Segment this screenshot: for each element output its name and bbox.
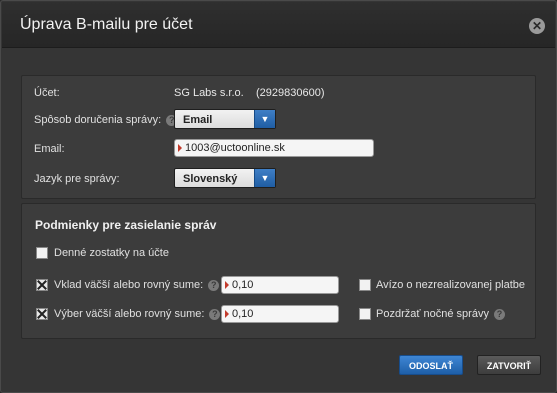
account-settings-panel: Účet: SG Labs s.r.o. (2929830600) Spôsob…: [21, 75, 536, 199]
help-icon[interactable]: ?: [208, 279, 220, 291]
deposit-checkbox[interactable]: [36, 279, 48, 291]
hold-night-label: Pozdržať nočné správy: [376, 308, 489, 320]
required-marker-icon: [225, 281, 229, 289]
email-field[interactable]: 1003@uctoonline.sk: [174, 139, 374, 157]
delivery-method-label: Spôsob doručenia správy:: [34, 114, 162, 126]
email-label: Email:: [34, 143, 65, 155]
delivery-method-select[interactable]: Email ▼: [174, 109, 276, 129]
withdrawal-checkbox[interactable]: [36, 308, 48, 320]
daily-balance-label: Denné zostatky na účte: [54, 247, 169, 259]
language-value: Slovenský: [183, 173, 238, 185]
deposit-label: Vklad väčší alebo rovný sume:: [54, 279, 204, 291]
unrealized-payment-checkbox[interactable]: [359, 279, 371, 291]
conditions-title: Podmienky pre zasielanie správ: [35, 218, 217, 232]
email-value: 1003@uctoonline.sk: [185, 142, 285, 154]
withdrawal-amount-value: 0,10: [232, 308, 254, 320]
close-icon[interactable]: ✕: [529, 18, 545, 34]
delivery-method-row: Spôsob doručenia správy:?: [34, 114, 178, 126]
conditions-panel: Podmienky pre zasielanie správ Denné zos…: [21, 203, 536, 339]
hold-night-row: Pozdržať nočné správy?: [376, 308, 505, 320]
required-marker-icon: [225, 310, 229, 318]
delivery-method-value: Email: [183, 114, 213, 126]
dialog-title: Úprava B-mailu pre účet: [20, 16, 193, 33]
close-button[interactable]: ZATVORIŤ: [477, 355, 541, 375]
deposit-row: Vklad väčší alebo rovný sume:?: [54, 279, 220, 291]
withdrawal-amount-field[interactable]: 0,10: [221, 305, 339, 323]
chevron-down-icon: ▼: [254, 110, 275, 128]
withdrawal-label: Výber väčší alebo rovný sume:: [54, 308, 205, 320]
account-number: (2929830600): [256, 87, 325, 99]
chevron-down-icon: ▼: [254, 169, 275, 187]
withdrawal-row: Výber väčší alebo rovný sume:?: [54, 308, 221, 320]
edit-bmail-dialog: Úprava B-mailu pre účet ✕ Účet: SG Labs …: [0, 0, 557, 393]
language-label: Jazyk pre správy:: [34, 173, 120, 185]
hold-night-checkbox[interactable]: [359, 308, 371, 320]
dialog-titlebar: Úprava B-mailu pre účet ✕: [2, 2, 555, 48]
deposit-amount-value: 0,10: [232, 279, 254, 291]
send-button[interactable]: ODOSLAŤ: [399, 355, 463, 375]
language-select[interactable]: Slovenský ▼: [174, 168, 276, 188]
help-icon[interactable]: ?: [493, 308, 505, 320]
account-label: Účet:: [34, 87, 60, 99]
daily-balance-checkbox[interactable]: [36, 247, 48, 259]
account-name: SG Labs s.r.o.: [174, 87, 244, 99]
required-marker-icon: [178, 144, 182, 152]
unrealized-payment-label: Avízo o nezrealizovanej platbe: [376, 279, 526, 291]
help-icon[interactable]: ?: [209, 308, 221, 320]
deposit-amount-field[interactable]: 0,10: [221, 276, 339, 294]
